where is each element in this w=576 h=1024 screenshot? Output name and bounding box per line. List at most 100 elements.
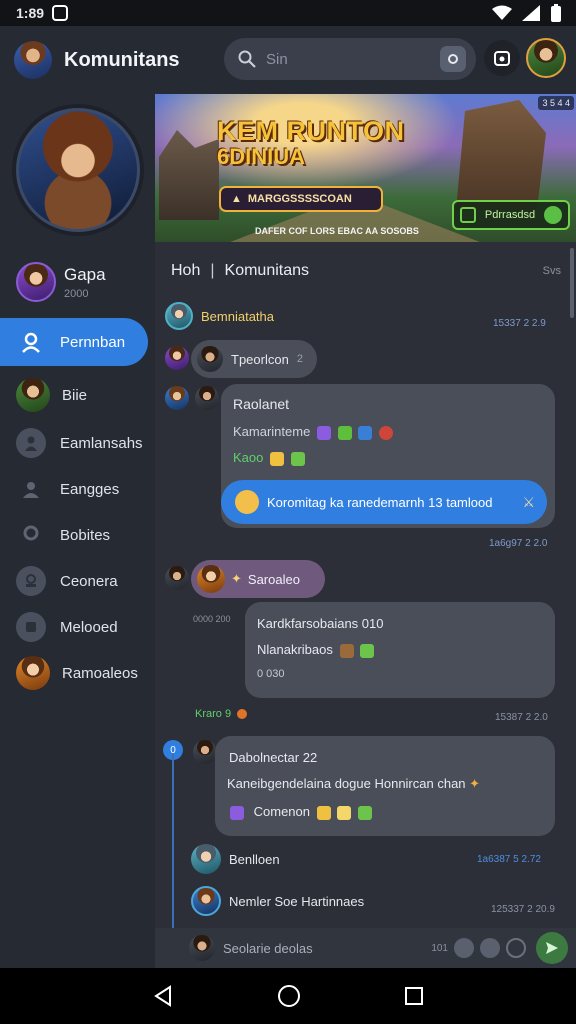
post-line: Kamarinteme bbox=[233, 424, 393, 440]
sidebar-item-eangges[interactable]: Eangges bbox=[0, 466, 155, 512]
feed-divider: | bbox=[210, 262, 215, 279]
post-header[interactable]: Bemniatatha bbox=[165, 302, 274, 330]
search-input[interactable]: Sin bbox=[266, 51, 440, 68]
smile-icon bbox=[235, 490, 259, 514]
author-avatar bbox=[165, 302, 193, 330]
sidebar-nav: Pernnban Biie Eamlansahs Eangges Bobites… bbox=[0, 318, 155, 696]
leaf-emoji-icon bbox=[357, 805, 372, 820]
banner-secondary-label: Pdrrasdsd bbox=[484, 209, 536, 221]
post-card[interactable]: Kardkfarsobaians 010 Nlanakribaos 0 030 bbox=[245, 602, 555, 698]
reply-avatar bbox=[165, 566, 189, 590]
star-emoji-icon bbox=[337, 805, 352, 820]
sidebar-user[interactable]: Gapa 2000 bbox=[16, 262, 106, 302]
chip-label: Tpeorlcon bbox=[231, 351, 289, 367]
camera-icon bbox=[494, 51, 510, 66]
chip-avatar bbox=[197, 565, 225, 593]
reply-avatar bbox=[191, 844, 221, 874]
user-icon bbox=[16, 327, 46, 357]
char-count: 101 bbox=[431, 942, 448, 954]
blue-emoji-icon bbox=[358, 425, 373, 440]
reaction-text: Kraro 9 bbox=[195, 708, 232, 720]
banner-cta-button[interactable]: ▲ MARGGSSSSCOAN bbox=[219, 186, 383, 212]
banner-ruins-left bbox=[159, 130, 219, 220]
ceonera-icon bbox=[16, 566, 46, 596]
post-line-text: Comenon bbox=[253, 804, 310, 819]
profile-avatar[interactable] bbox=[526, 38, 566, 78]
sidebar-item-eamlansahs[interactable]: Eamlansahs bbox=[0, 420, 155, 466]
recents-icon[interactable] bbox=[404, 986, 424, 1006]
play-icon: ▲ bbox=[231, 193, 242, 205]
app-title: Komunitans bbox=[64, 48, 180, 71]
red-emoji-icon bbox=[378, 425, 393, 440]
banner-cta-label: MARGGSSSSCOAN bbox=[247, 193, 352, 205]
thread-post-card[interactable]: Dabolnectar 22 Kaneibgendelaina dogue Ho… bbox=[215, 736, 555, 836]
feed-sort[interactable]: Svs bbox=[543, 265, 561, 277]
comment-composer: Seolarie deolas 101 bbox=[155, 928, 576, 968]
thread-reply[interactable]: Benlloen bbox=[191, 844, 280, 874]
pin-icon: ✦ bbox=[469, 776, 481, 791]
camera-button[interactable] bbox=[484, 40, 520, 76]
send-icon bbox=[546, 942, 558, 954]
settings-icon[interactable] bbox=[506, 938, 526, 958]
sidebar-item-melooed[interactable]: Melooed bbox=[0, 604, 155, 650]
reply-name: Nemler Soe Hartinnaes bbox=[229, 893, 365, 909]
sarobeo-chip[interactable]: ✦ Saroaleo bbox=[191, 560, 325, 598]
notification-icon bbox=[52, 5, 69, 21]
emoji-icon[interactable] bbox=[480, 938, 500, 958]
reaction-row[interactable]: Kraro 9 bbox=[195, 708, 248, 720]
post-action-label: Koromitag ka ranedemarnh 13 tamlood bbox=[267, 494, 493, 510]
search-icon bbox=[238, 50, 256, 68]
banner-secondary-button[interactable]: Pdrrasdsd bbox=[452, 200, 570, 230]
gold-emoji-icon bbox=[316, 805, 331, 820]
ramoaleos-avatar bbox=[16, 656, 50, 690]
post-title: Kardkfarsobaians 010 bbox=[257, 616, 384, 631]
post-meta: 0000 200 bbox=[193, 614, 231, 624]
signal-icon bbox=[522, 5, 540, 21]
wifi-icon bbox=[492, 5, 512, 20]
sidebar-item-label: Melooed bbox=[60, 618, 118, 636]
post-line-text: Kamarinteme bbox=[233, 424, 311, 439]
home-icon[interactable] bbox=[277, 984, 301, 1008]
biie-avatar bbox=[16, 378, 50, 412]
reply-timestamp: 1a6387 5 2.72 bbox=[477, 854, 541, 865]
sidebar-item-ceonera[interactable]: Ceonera bbox=[0, 558, 155, 604]
comment-input[interactable]: Seolarie deolas bbox=[223, 941, 431, 956]
scrollbar[interactable] bbox=[570, 248, 574, 318]
back-icon[interactable] bbox=[152, 985, 174, 1007]
profile-picture-large[interactable] bbox=[16, 108, 140, 232]
game-banner[interactable]: KEM RUNTON 6DINIUA ▲ MARGGSSSSCOAN 3 5 4… bbox=[155, 94, 576, 242]
green-emoji-icon bbox=[337, 425, 352, 440]
chip-label: Saroaleo bbox=[247, 571, 300, 587]
user-avatar bbox=[16, 262, 56, 302]
filter-icon[interactable] bbox=[440, 46, 466, 72]
orange-emoji-icon bbox=[237, 709, 248, 720]
person-icon bbox=[16, 428, 46, 458]
sidebar-item-label: Ceonera bbox=[60, 572, 118, 590]
sidebar-item-ramoaleos[interactable]: Ramoaleos bbox=[0, 650, 155, 696]
attach-icon[interactable] bbox=[454, 938, 474, 958]
sidebar: Gapa 2000 Pernnban Biie Eamlansahs Eangg… bbox=[0, 94, 155, 968]
status-bar: 1:89 bbox=[0, 0, 576, 26]
chip-avatar bbox=[197, 346, 223, 372]
thread-reply[interactable]: Nemler Soe Hartinnaes bbox=[191, 886, 364, 916]
feed-tab-community[interactable]: Komunitans bbox=[225, 262, 310, 280]
sidebar-item-label: Biie bbox=[62, 386, 88, 404]
sidebar-item-biie[interactable]: Biie bbox=[0, 372, 155, 418]
feed-header: Hoh | Komunitans Svs bbox=[171, 262, 561, 280]
sidebar-item-label: Bobites bbox=[60, 526, 111, 544]
post-line-2: Comenon bbox=[227, 804, 372, 820]
sidebar-item-pernnban[interactable]: Pernnban bbox=[0, 318, 148, 366]
topic-chip[interactable]: Tpeorlcon 2 bbox=[191, 340, 317, 378]
search-bar[interactable]: Sin bbox=[224, 38, 476, 80]
feed-tab-home[interactable]: Hoh bbox=[171, 262, 200, 280]
community-feed: KEM RUNTON 6DINIUA ▲ MARGGSSSSCOAN 3 5 4… bbox=[155, 94, 576, 968]
banner-title-line2: 6DINIUA bbox=[217, 144, 306, 169]
sidebar-item-label: Pernnban bbox=[60, 333, 126, 351]
sidebar-item-bobites[interactable]: Bobites bbox=[0, 512, 155, 558]
bobites-icon bbox=[16, 520, 46, 550]
reply-avatar bbox=[191, 886, 221, 916]
post-action-button[interactable]: Koromitag ka ranedemarnh 13 tamlood ⚔ bbox=[221, 480, 547, 524]
reply-avatar bbox=[165, 346, 189, 370]
send-button[interactable] bbox=[536, 932, 568, 964]
app-logo-avatar[interactable] bbox=[14, 41, 52, 79]
